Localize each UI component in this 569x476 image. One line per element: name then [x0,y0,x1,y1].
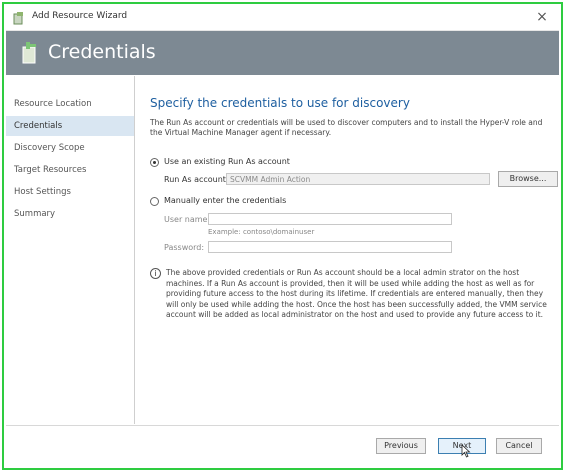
credentials-icon [22,42,36,64]
manual-credentials-label: Manually enter the credentials [164,196,287,205]
window-title: Add Resource Wizard [32,11,128,21]
step-host-settings[interactable]: Host Settings [6,182,134,202]
info-icon: i [150,268,161,279]
run-as-account-label: Run As account: [164,175,229,184]
mouse-cursor-icon [461,444,471,458]
user-name-label: User name: [164,215,211,224]
info-line-2: machines. If a Run As account is provide… [166,278,535,288]
wizard-footer: Previous Next Cancel [6,425,559,466]
existing-account-label: Use an existing Run As account [164,157,290,166]
step-discovery-scope[interactable]: Discovery Scope [6,138,134,158]
browse-button[interactable]: Browse... [498,171,558,187]
wizard-window: Add Resource Wizard × Credentials Resour… [2,2,563,470]
info-line-5: account will be added as local administr… [166,310,544,319]
step-credentials[interactable]: Credentials [6,116,134,136]
password-input[interactable] [208,241,452,253]
run-as-account-field[interactable]: SCVMM Admin Action [226,173,490,185]
info-line-1: The above provided credentials or Run As… [166,268,520,277]
wizard-steps-sidebar: Resource Location Credentials Discovery … [6,76,135,424]
existing-account-radio[interactable] [150,158,159,167]
title-bar: Add Resource Wizard × [6,6,559,31]
user-name-hint: Example: contoso\domainuser [208,228,315,236]
password-label: Password: [164,243,205,252]
section-heading: Specify the credentials to use for disco… [150,96,410,110]
step-target-resources[interactable]: Target Resources [6,160,134,180]
page-banner: Credentials [6,31,559,75]
section-description: The Run As account or credentials will b… [150,118,543,137]
close-button[interactable]: × [533,8,551,26]
info-text: The above provided credentials or Run As… [166,268,566,321]
manual-credentials-radio[interactable] [150,197,159,206]
cancel-button[interactable]: Cancel [496,438,542,454]
page-title: Credentials [48,41,156,63]
step-resource-location[interactable]: Resource Location [6,94,134,114]
info-line-3: providing future access to the host duri… [166,289,544,298]
step-summary[interactable]: Summary [6,204,134,224]
previous-button[interactable]: Previous [376,438,426,454]
wizard-app-icon [13,12,23,25]
info-line-4: will only be used while adding the host.… [166,299,547,309]
credentials-panel: Specify the credentials to use for disco… [142,76,558,424]
user-name-input[interactable] [208,213,452,225]
